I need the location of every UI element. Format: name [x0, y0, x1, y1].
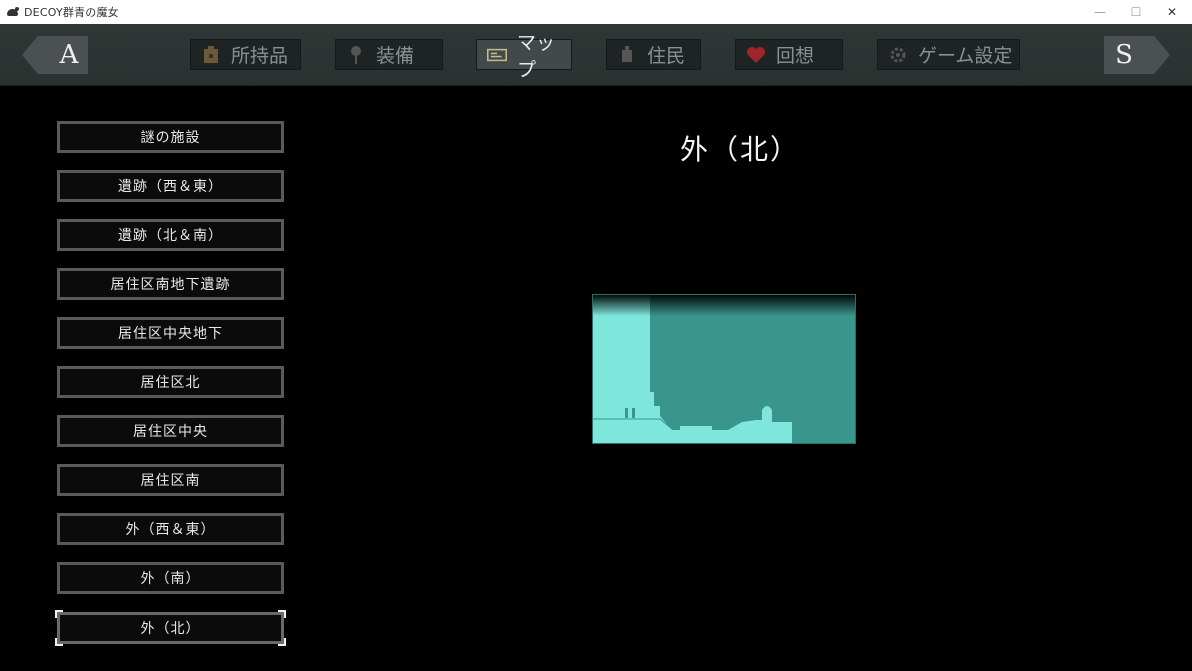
location-label: 居住区中央: [133, 424, 208, 440]
location-button[interactable]: 居住区北: [57, 366, 284, 398]
location-button[interactable]: 居住区南: [57, 464, 284, 496]
tab-label: 装備: [376, 45, 415, 67]
selection-corner: [55, 610, 63, 618]
location-button-selected[interactable]: 外（北）: [55, 610, 286, 646]
location-label: 謎の施設: [140, 130, 201, 146]
maximize-button[interactable]: ☐: [1118, 0, 1154, 24]
tab-game-settings[interactable]: ゲーム設定: [877, 39, 1020, 70]
menu-bar: A 所持品 装備 マップ 住民 回想 ゲーム設定 S: [0, 24, 1192, 86]
prev-tab-key: A: [59, 40, 79, 70]
tab-map[interactable]: マップ: [476, 32, 572, 81]
window-title-bar: DECOY群青の魔女 — ☐ ✕: [0, 0, 1192, 24]
location-label: 遺跡（北＆南）: [118, 228, 223, 244]
gear-icon: [888, 45, 908, 65]
map-view: [592, 294, 856, 444]
tab-recollection[interactable]: 回想: [735, 39, 843, 70]
selection-corner: [278, 610, 286, 618]
location-label: 遺跡（西＆東）: [118, 179, 223, 195]
location-button[interactable]: 居住区中央: [57, 415, 284, 447]
location-button[interactable]: 遺跡（西＆東）: [57, 170, 284, 202]
map-icon: [487, 45, 507, 65]
prev-tab-button[interactable]: A: [22, 36, 88, 74]
location-button[interactable]: 外（西＆東）: [57, 513, 284, 545]
selection-corner: [278, 638, 286, 646]
location-button[interactable]: 居住区南地下遺跡: [57, 268, 284, 300]
tab-label: マップ: [517, 31, 556, 81]
next-tab-key: S: [1115, 40, 1133, 70]
tab-label: 回想: [776, 45, 815, 67]
location-label: 居住区南地下遺跡: [110, 277, 231, 293]
sword-icon: [346, 45, 366, 65]
window-title: DECOY群青の魔女: [24, 6, 119, 19]
location-button[interactable]: 遺跡（北＆南）: [57, 219, 284, 251]
location-button[interactable]: 外（南）: [57, 562, 284, 594]
tab-equipment[interactable]: 装備: [335, 39, 443, 70]
heart-icon: [746, 45, 766, 65]
tab-residents[interactable]: 住民: [606, 39, 701, 70]
tab-label: 住民: [647, 45, 686, 67]
app-icon: [6, 6, 20, 18]
minimize-button[interactable]: —: [1082, 0, 1118, 24]
right-arrow-icon: [1104, 36, 1170, 74]
location-button[interactable]: 謎の施設: [57, 121, 284, 153]
location-label: 居住区南: [140, 473, 201, 489]
location-label: 居住区中央地下: [118, 326, 223, 342]
next-tab-button[interactable]: S: [1104, 36, 1170, 74]
tab-inventory[interactable]: 所持品: [190, 39, 301, 70]
location-button[interactable]: 居住区中央地下: [57, 317, 284, 349]
close-button[interactable]: ✕: [1154, 0, 1190, 24]
map-title: 外（北）: [679, 133, 800, 166]
tab-label: ゲーム設定: [918, 45, 1013, 67]
location-label: 外（西＆東）: [125, 522, 216, 538]
resident-icon: [617, 45, 637, 65]
location-label: 居住区北: [140, 375, 201, 391]
tab-label: 所持品: [231, 45, 289, 67]
selection-corner: [55, 638, 63, 646]
bag-icon: [201, 45, 221, 65]
location-label: 外（北）: [140, 621, 201, 637]
location-label: 外（南）: [140, 571, 201, 587]
